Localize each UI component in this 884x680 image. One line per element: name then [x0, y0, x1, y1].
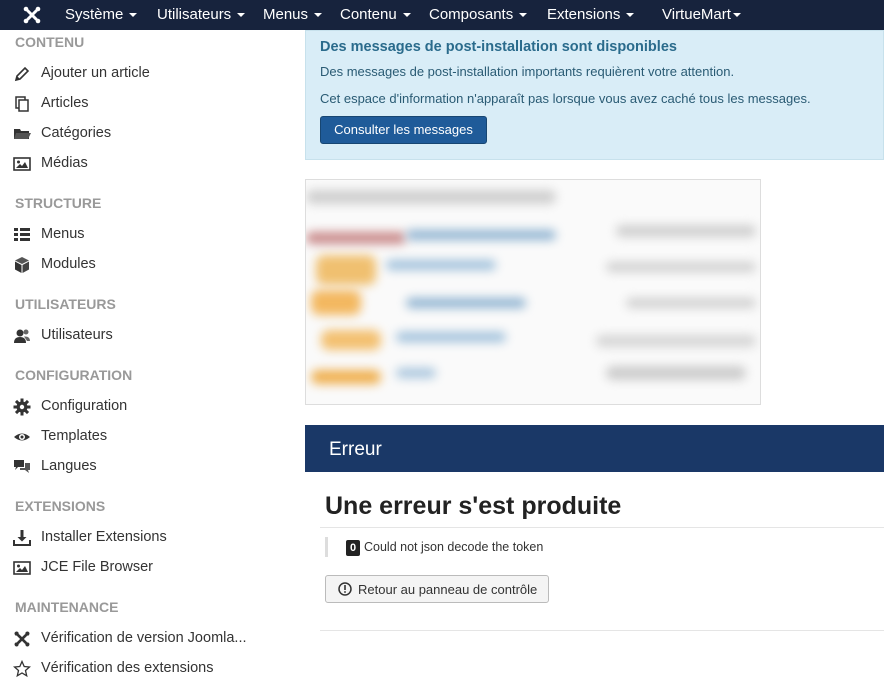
menu-contenu[interactable]: Contenu	[340, 0, 411, 30]
sidebar: CONTENU Ajouter un article Articles Caté…	[0, 30, 300, 678]
sidebar-item-joomla-version-check[interactable]: Vérification de version Joomla...	[13, 628, 293, 650]
menu-extensions[interactable]: Extensions	[547, 0, 635, 30]
caret-down-icon	[519, 13, 528, 18]
section-heading: EXTENSIONS	[15, 498, 106, 514]
error-title: Une erreur s'est produite	[325, 492, 622, 520]
section-heading: CONTENU	[15, 34, 85, 50]
pencil-icon	[14, 66, 30, 82]
sidebar-item-templates[interactable]: Templates	[13, 426, 293, 448]
menu-systeme[interactable]: Système	[65, 0, 138, 30]
section-heading: MAINTENANCE	[15, 599, 119, 615]
joomla-icon[interactable]	[22, 5, 42, 25]
section-heading: CONFIGURATION	[15, 367, 133, 383]
list-icon	[14, 228, 30, 241]
redacted-panel	[305, 179, 761, 405]
sidebar-item-install-extensions[interactable]: Installer Extensions	[13, 527, 293, 549]
menu-composants[interactable]: Composants	[429, 0, 528, 30]
sidebar-item-articles[interactable]: Articles	[13, 93, 293, 115]
caret-down-icon	[129, 13, 138, 18]
star-icon	[13, 660, 31, 678]
alert-title: Des messages de post-installation sont d…	[320, 39, 677, 55]
folder-icon	[14, 129, 31, 139]
info-circle-icon	[338, 582, 352, 596]
users-icon	[14, 329, 30, 343]
sidebar-item-extension-check[interactable]: Vérification des extensions	[13, 658, 293, 680]
divider	[320, 630, 884, 631]
caret-down-icon	[402, 13, 411, 18]
view-messages-button[interactable]: Consulter les messages	[320, 116, 487, 144]
top-navbar: Système Utilisateurs Menus Contenu Compo…	[0, 0, 884, 30]
menu-menus[interactable]: Menus	[263, 0, 323, 30]
section-heading: UTILISATEURS	[15, 296, 116, 312]
comments-icon	[14, 460, 30, 473]
joomla-icon	[14, 631, 30, 647]
sidebar-item-categories[interactable]: Catégories	[13, 123, 293, 145]
sidebar-item-jce-file-browser[interactable]: JCE File Browser	[13, 557, 293, 579]
caret-down-icon	[626, 13, 635, 18]
eye-icon	[14, 433, 30, 441]
caret-down-icon	[732, 13, 741, 18]
sidebar-item-modules[interactable]: Modules	[13, 254, 293, 276]
sidebar-item-langues[interactable]: Langues	[13, 456, 293, 478]
caret-down-icon	[237, 13, 246, 18]
divider	[320, 527, 884, 528]
error-code-badge: 0	[346, 540, 360, 556]
sidebar-item-utilisateurs[interactable]: Utilisateurs	[13, 325, 293, 347]
alert-text: Des messages de post-installation import…	[320, 64, 735, 79]
menu-virtuemart[interactable]: VirtueMart	[662, 0, 741, 30]
download-icon	[13, 530, 31, 546]
image-icon	[13, 157, 31, 171]
sidebar-item-configuration[interactable]: Configuration	[13, 396, 293, 418]
sidebar-item-medias[interactable]: Médias	[13, 153, 293, 175]
error-header-title: Erreur	[329, 439, 382, 460]
gear-icon	[13, 398, 31, 416]
menu-utilisateurs[interactable]: Utilisateurs	[157, 0, 246, 30]
error-message: Could not json decode the token	[364, 540, 544, 554]
caret-down-icon	[314, 13, 323, 18]
image-icon	[13, 561, 31, 575]
post-install-alert: Des messages de post-installation sont d…	[305, 30, 884, 160]
error-message-row: 0 Could not json decode the token	[325, 537, 825, 557]
cube-icon	[15, 257, 29, 273]
copy-icon	[15, 96, 29, 112]
section-heading: STRUCTURE	[15, 195, 102, 211]
sidebar-item-menus[interactable]: Menus	[13, 224, 293, 246]
alert-text: Cet espace d'information n'apparaît pas …	[320, 91, 811, 106]
error-header: Erreur	[305, 425, 884, 472]
back-to-control-panel-button[interactable]: Retour au panneau de contrôle	[325, 575, 549, 603]
sidebar-item-add-article[interactable]: Ajouter un article	[13, 63, 293, 85]
